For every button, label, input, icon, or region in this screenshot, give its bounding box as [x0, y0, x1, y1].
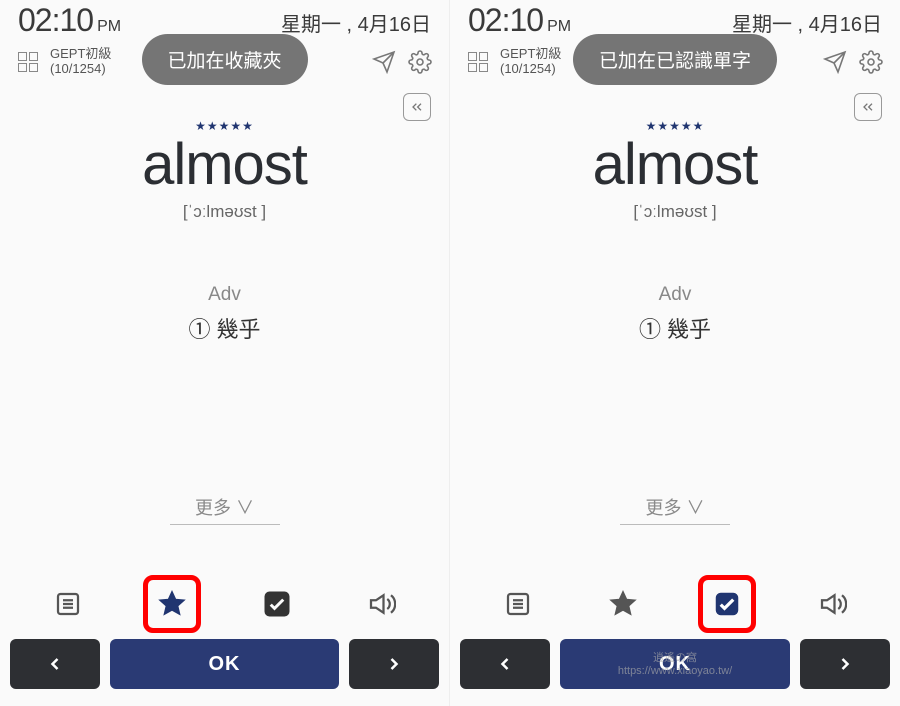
- prev-button[interactable]: [460, 639, 550, 689]
- next-button[interactable]: [800, 639, 890, 689]
- icon-row: [450, 565, 900, 635]
- divider: [620, 524, 730, 525]
- clock: 02:10 PM: [468, 2, 571, 39]
- nav-row: OK: [450, 635, 900, 701]
- speaker-icon[interactable]: [809, 581, 855, 627]
- definition-text: ① 幾乎: [20, 312, 429, 344]
- ipa-text: [ˈɔːlməʊst ]: [470, 202, 880, 222]
- word-text: almost: [470, 131, 880, 198]
- list-icon[interactable]: [45, 581, 91, 627]
- ok-button[interactable]: OK: [560, 639, 790, 689]
- deck-info[interactable]: GEPT初級 (10/1254): [500, 47, 561, 77]
- clock: 02:10 PM: [18, 2, 121, 39]
- collapse-button[interactable]: [403, 93, 431, 121]
- collapse-button[interactable]: [854, 93, 882, 121]
- clock-time: 02:10: [468, 2, 543, 39]
- grid-icon[interactable]: [16, 50, 40, 74]
- send-icon[interactable]: [822, 49, 848, 75]
- deck-progress: (10/1254): [500, 62, 561, 77]
- deck-name: GEPT初級: [50, 47, 111, 62]
- icon-row: [0, 565, 449, 635]
- gear-icon[interactable]: [407, 49, 433, 75]
- speaker-icon[interactable]: [358, 581, 404, 627]
- toast-known: 已加在已認識單字: [573, 34, 777, 85]
- send-icon[interactable]: [371, 49, 397, 75]
- ipa-text: [ˈɔːlməʊst ]: [20, 202, 429, 222]
- more-toggle[interactable]: 更多 ∨: [20, 494, 429, 520]
- check-icon[interactable]: [254, 581, 300, 627]
- definition-text: ① 幾乎: [470, 312, 880, 344]
- deck-progress: (10/1254): [50, 62, 111, 77]
- word-card: ★★★★★ almost [ˈɔːlməʊst ] Adv ① 幾乎 更多 ∨: [0, 85, 449, 525]
- more-toggle[interactable]: 更多 ∨: [470, 494, 880, 520]
- ok-button[interactable]: OK: [110, 639, 339, 689]
- nav-row: OK: [0, 635, 449, 701]
- toast-favorite: 已加在收藏夾: [141, 34, 307, 85]
- deck-info[interactable]: GEPT初級 (10/1254): [50, 47, 111, 77]
- word-card: ★★★★★ almost [ˈɔːlməʊst ] Adv ① 幾乎 更多 ∨: [450, 85, 900, 525]
- screen-right: 02:10 PM 星期一 , 4月16日 GEPT初級 (10/1254) 已加…: [450, 0, 900, 706]
- word-text: almost: [20, 131, 429, 198]
- prev-button[interactable]: [10, 639, 100, 689]
- star-icon[interactable]: [149, 581, 195, 627]
- grid-icon[interactable]: [466, 50, 490, 74]
- part-of-speech: Adv: [20, 284, 429, 306]
- part-of-speech: Adv: [470, 284, 880, 306]
- date-label: 星期一 , 4月16日: [732, 8, 882, 37]
- clock-meridiem: PM: [97, 18, 121, 36]
- divider: [170, 524, 280, 525]
- clock-time: 02:10: [18, 2, 93, 39]
- date-label: 星期一 , 4月16日: [281, 8, 431, 37]
- list-icon[interactable]: [495, 581, 541, 627]
- star-icon[interactable]: [600, 581, 646, 627]
- screen-left: 02:10 PM 星期一 , 4月16日 GEPT初級 (10/1254) 已加…: [0, 0, 450, 706]
- clock-meridiem: PM: [547, 18, 571, 36]
- next-button[interactable]: [349, 639, 439, 689]
- check-icon[interactable]: [704, 581, 750, 627]
- gear-icon[interactable]: [858, 49, 884, 75]
- deck-name: GEPT初級: [500, 47, 561, 62]
